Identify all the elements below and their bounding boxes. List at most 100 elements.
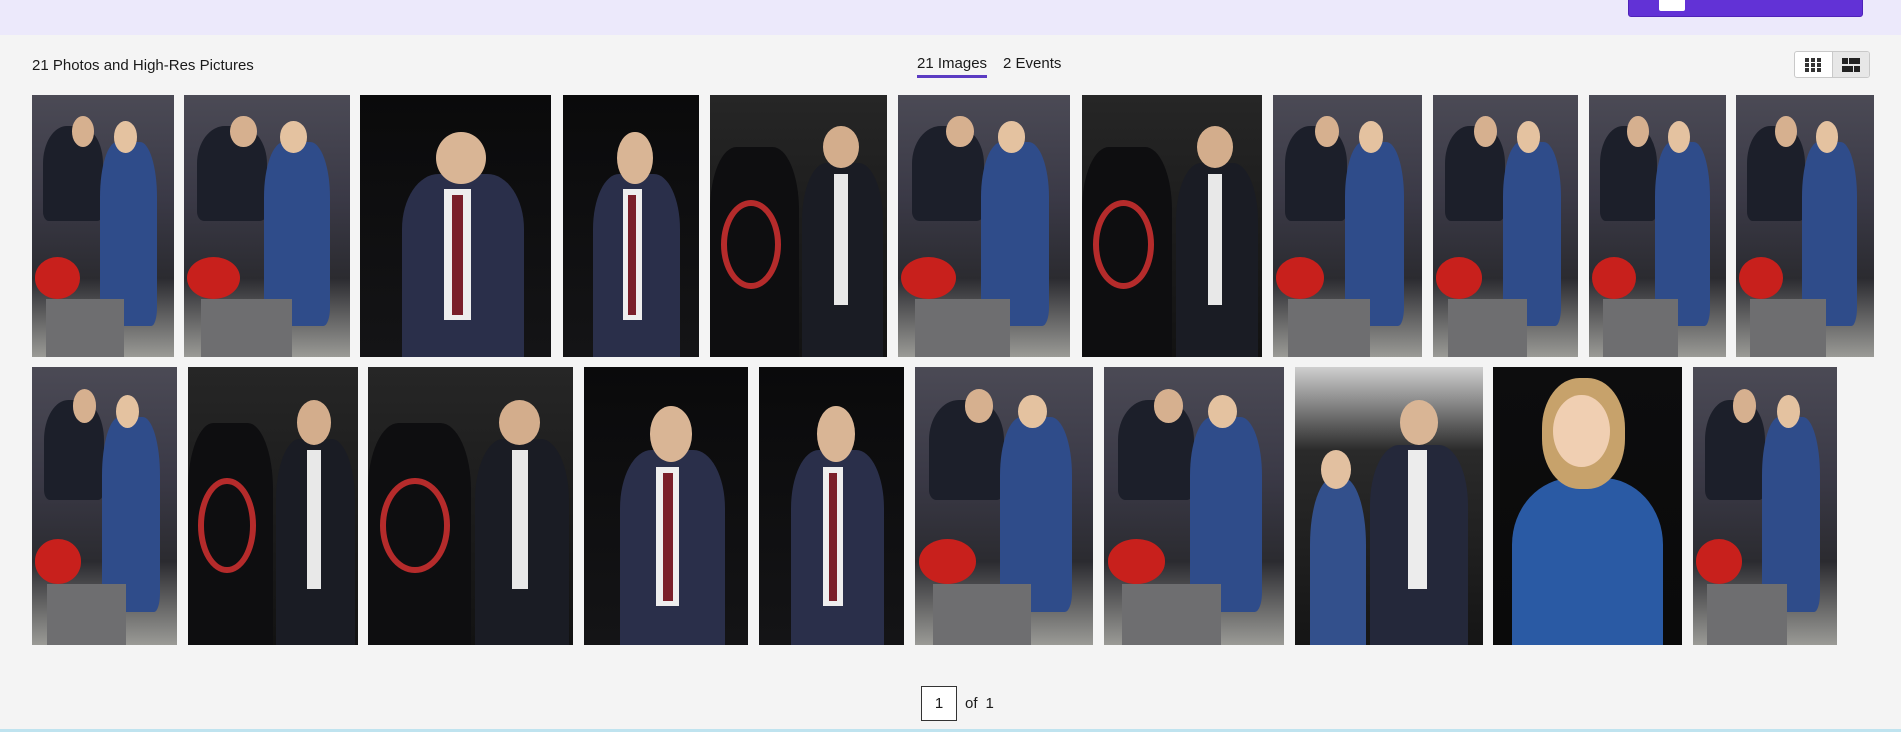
tab-images[interactable]: 21 Images <box>917 55 988 78</box>
gallery-image[interactable] <box>360 95 551 357</box>
gallery-image[interactable] <box>188 367 358 645</box>
image-content <box>280 121 307 153</box>
image-content <box>100 142 157 326</box>
image-content <box>1107 539 1166 584</box>
mosaic-view-button[interactable] <box>1831 52 1869 77</box>
image-content <box>980 142 1050 326</box>
page-of-label: of <box>965 695 978 712</box>
image-content <box>1553 394 1611 468</box>
media-tabs: 21 Images 2 Events <box>917 55 1061 78</box>
gallery-image[interactable] <box>1104 367 1284 645</box>
image-content <box>72 389 96 423</box>
image-content <box>1511 478 1664 645</box>
image-content <box>307 450 321 590</box>
image-content <box>628 194 637 316</box>
image-content <box>1733 389 1757 423</box>
gallery-image[interactable] <box>32 95 174 357</box>
gallery-image[interactable] <box>710 95 887 357</box>
image-content <box>1517 121 1541 153</box>
gallery-image[interactable] <box>1295 367 1483 645</box>
image-content <box>1400 400 1438 445</box>
results-count: 21 Photos and High-Res Pictures <box>32 57 254 74</box>
page-input[interactable]: 1 <box>921 686 957 721</box>
gallery-image[interactable] <box>898 95 1070 357</box>
image-content <box>1668 121 1691 153</box>
image-content <box>263 142 331 326</box>
gallery-image[interactable] <box>1736 95 1874 357</box>
image-content <box>1695 539 1742 584</box>
image-content <box>1310 478 1367 645</box>
image-content <box>1816 121 1839 153</box>
image-content <box>649 405 693 462</box>
gallery-image[interactable] <box>1589 95 1726 357</box>
page-total: 1 <box>985 695 994 712</box>
image-content <box>200 299 292 357</box>
image-content <box>1407 450 1427 590</box>
image-content <box>1762 417 1820 612</box>
image-content <box>1738 257 1783 300</box>
mosaic-icon <box>1841 57 1860 72</box>
gallery-image[interactable] <box>1082 95 1262 357</box>
image-content <box>1344 142 1405 326</box>
gallery-image[interactable] <box>368 367 573 645</box>
button-icon <box>1659 0 1685 11</box>
header-action-button[interactable] <box>1628 0 1863 17</box>
image-content <box>617 131 653 185</box>
gallery-image[interactable] <box>584 367 748 645</box>
gallery-image[interactable] <box>1273 95 1422 357</box>
image-content <box>511 450 528 590</box>
image-content <box>436 131 487 185</box>
image-content <box>1774 115 1797 148</box>
image-content <box>918 539 976 584</box>
image-content <box>1359 121 1384 153</box>
grid-view-button[interactable] <box>1795 52 1832 77</box>
image-content <box>198 478 256 573</box>
view-toggle <box>1794 51 1870 78</box>
image-content <box>1208 173 1223 305</box>
image-content <box>1287 299 1370 357</box>
grid-icon <box>1805 57 1822 72</box>
image-content <box>1092 199 1154 289</box>
image-content <box>828 472 838 601</box>
image-content <box>101 417 160 612</box>
image-content <box>817 405 855 462</box>
image-content <box>1591 257 1636 300</box>
image-content <box>499 400 541 445</box>
image-content <box>823 126 859 169</box>
image-content <box>1707 583 1787 645</box>
image-content <box>1000 417 1072 612</box>
tab-events[interactable]: 2 Events <box>1003 55 1061 78</box>
image-content <box>34 539 82 584</box>
image-content <box>1776 394 1800 429</box>
image-content <box>1275 257 1324 300</box>
image-content <box>915 299 1010 357</box>
image-content <box>1447 299 1528 357</box>
gallery-image[interactable] <box>1693 367 1837 645</box>
image-content <box>932 583 1031 645</box>
pagination: 1 of 1 <box>921 686 994 721</box>
image-content <box>114 121 138 153</box>
image-content <box>380 478 450 573</box>
image-content <box>1502 142 1561 326</box>
image-content <box>1802 142 1858 326</box>
image-content <box>1444 126 1506 221</box>
image-content <box>1749 299 1826 357</box>
gallery-image[interactable] <box>563 95 699 357</box>
gallery-image[interactable] <box>915 367 1093 645</box>
gallery-image[interactable] <box>759 367 904 645</box>
image-content <box>46 299 125 357</box>
image-content <box>946 115 974 148</box>
gallery-image[interactable] <box>32 367 177 645</box>
image-content <box>1314 115 1339 148</box>
image-content <box>1284 126 1348 221</box>
image-content <box>964 389 994 423</box>
image-content <box>1122 583 1221 645</box>
gallery-image[interactable] <box>1493 367 1682 645</box>
gallery-image[interactable] <box>1433 95 1578 357</box>
image-content <box>997 121 1026 153</box>
image-content <box>1602 299 1679 357</box>
image-content <box>296 400 331 445</box>
image-content <box>1190 417 1263 612</box>
image-gallery <box>0 0 1901 732</box>
gallery-image[interactable] <box>184 95 350 357</box>
